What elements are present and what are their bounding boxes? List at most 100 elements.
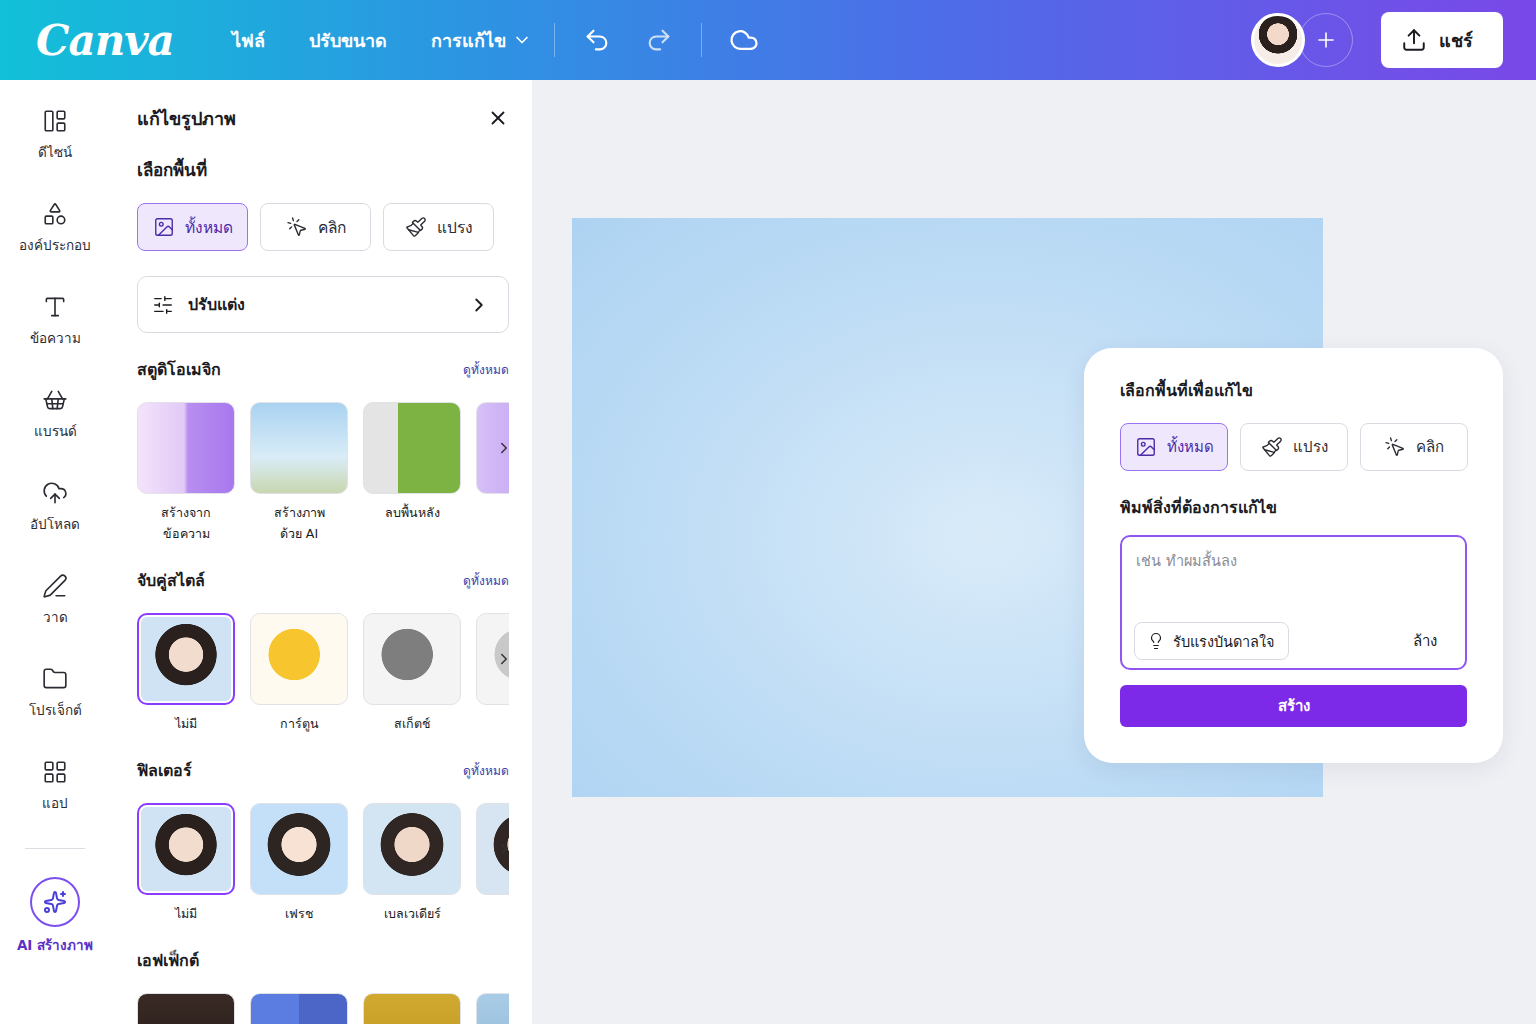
option-thumbnail: [363, 803, 461, 895]
rail-item[interactable]: ดีไซน์: [0, 102, 110, 195]
menu-item[interactable]: ปรับขนาด: [309, 26, 387, 55]
card-row: ไม่มีการ์ตูน สเก็ตช์: [137, 613, 509, 734]
option-thumbnail: [250, 613, 348, 705]
option-label: การ์ตูน: [280, 713, 319, 734]
design-canvas: เลือกพื้นที่เพื่อแก้ไขทั้งหมดแปรงคลิกพิม…: [532, 80, 1536, 1024]
clear-button[interactable]: ล้าง: [1397, 629, 1453, 653]
main-menu: ไฟล์ ปรับขนาด การแก้ไข: [232, 26, 532, 55]
scroll-more-thumbnail: [476, 613, 509, 705]
area-heading: เลือกพื้นที่: [137, 156, 509, 183]
section-title: เอฟเฟ็กต์: [137, 948, 199, 973]
next-card[interactable]: [476, 993, 509, 1024]
redo-icon: [645, 26, 673, 54]
option-card[interactable]: สร้างจาก ข้อความ: [137, 402, 235, 544]
option-card[interactable]: ไม่มี: [137, 613, 235, 734]
option-card[interactable]: เฟรช: [250, 803, 348, 924]
chevron-down-icon: [512, 30, 532, 50]
option-card[interactable]: สร้างภาพ ด้วย AI: [250, 402, 348, 544]
basket-icon: [42, 387, 68, 413]
image-icon: [1135, 436, 1157, 458]
option-card[interactable]: ไม่มี: [137, 803, 235, 924]
section-header: จับคู่สไตล์ดูทั้งหมด: [137, 568, 509, 593]
inspire-button[interactable]: รับแรงบันดาลใจ: [1134, 622, 1289, 660]
rail-item[interactable]: แอป: [0, 753, 110, 846]
separator: [701, 23, 702, 57]
section-title: สตูดิโอเมจิก: [137, 357, 221, 382]
option-thumbnail: [137, 803, 235, 895]
layout-icon: [42, 108, 68, 134]
prompt-footer: รับแรงบันดาลใจ ล้าง: [1134, 622, 1453, 660]
adjust-button[interactable]: ปรับแต่ง: [137, 276, 509, 333]
option-card[interactable]: [363, 993, 461, 1024]
area-option[interactable]: คลิก: [1360, 423, 1468, 471]
share-button[interactable]: แชร์: [1381, 12, 1503, 68]
option-card[interactable]: ลบพื้นหลัง: [363, 402, 461, 544]
click-icon: [286, 216, 308, 238]
menu-item[interactable]: การแก้ไข: [431, 26, 532, 55]
rail-item[interactable]: AI สร้างภาพ: [0, 871, 110, 956]
brush-icon: [1261, 436, 1283, 458]
rail-item[interactable]: แบรนด์: [0, 381, 110, 474]
undo-button[interactable]: [577, 20, 617, 60]
option-card[interactable]: [250, 993, 348, 1024]
logo[interactable]: Canva: [36, 16, 174, 65]
scroll-more-thumbnail: [476, 803, 509, 895]
option-card[interactable]: สเก็ตช์: [363, 613, 461, 734]
option-thumbnail: [137, 402, 235, 494]
section-title: ฟิลเตอร์: [137, 758, 192, 783]
feature-badge: [30, 877, 80, 927]
redo-button[interactable]: [639, 20, 679, 60]
option-card[interactable]: [137, 993, 235, 1024]
menu-item[interactable]: ไฟล์: [232, 26, 265, 55]
option-thumbnail: [250, 993, 348, 1024]
add-collaborator-button[interactable]: [1299, 13, 1353, 67]
see-all-link[interactable]: ดูทั้งหมด: [463, 360, 509, 379]
panel-section: สตูดิโอเมจิก ดูทั้งหมดสร้างจาก ข้อความสร้…: [137, 357, 509, 544]
area-option[interactable]: ทั้งหมด: [137, 203, 248, 251]
scroll-more-thumbnail: [476, 402, 509, 494]
chevron-right-icon: [495, 439, 509, 457]
user-avatar[interactable]: [1251, 13, 1305, 67]
see-all-link[interactable]: ดูทั้งหมด: [463, 761, 509, 780]
scroll-more-thumbnail: [476, 993, 509, 1024]
area-option[interactable]: แปรง: [383, 203, 494, 251]
section-header: ฟิลเตอร์ ดูทั้งหมด: [137, 758, 509, 783]
rail-item[interactable]: อัปโหลด: [0, 474, 110, 567]
option-label: สเก็ตช์: [394, 713, 430, 734]
text-icon: [42, 294, 68, 320]
option-card[interactable]: เบลเวเดียร์: [363, 803, 461, 924]
option-card[interactable]: การ์ตูน: [250, 613, 348, 734]
rail-item[interactable]: องค์ประกอบ: [0, 195, 110, 288]
plus-icon: [1314, 28, 1338, 52]
next-card[interactable]: [476, 803, 509, 924]
top-bar: Canva ไฟล์ ปรับขนาด การแก้ไข แชร์: [0, 0, 1536, 80]
next-card[interactable]: [476, 613, 509, 734]
undo-icon: [583, 26, 611, 54]
save-status-button[interactable]: [724, 20, 764, 60]
generate-button[interactable]: สร้าง: [1120, 685, 1467, 727]
area-option[interactable]: คลิก: [260, 203, 371, 251]
prompt-label: พิมพ์สิ่งที่ต้องการแก้ไข: [1120, 495, 1467, 520]
rail-divider: [25, 848, 85, 849]
card-row: ไม่มี เฟรชเบลเวเดียร์: [137, 803, 509, 924]
rail-item[interactable]: โปรเจ็กต์: [0, 660, 110, 753]
prompt-box: รับแรงบันดาลใจ ล้าง: [1120, 535, 1467, 670]
edit-image-panel: แก้ไขรูปภาพเลือกพื้นที่ทั้งหมดคลิกแปรงปร…: [110, 80, 532, 1024]
rail-item[interactable]: ข้อความ: [0, 288, 110, 381]
prompt-input[interactable]: [1134, 547, 1453, 622]
close-icon[interactable]: [487, 107, 509, 129]
rail-item[interactable]: วาด: [0, 567, 110, 660]
card-row: [137, 993, 509, 1024]
panel-section: เอฟเฟ็กต์: [137, 948, 509, 1024]
next-card[interactable]: [476, 402, 509, 544]
upload-icon: [42, 480, 68, 506]
section-header: เอฟเฟ็กต์: [137, 948, 509, 973]
area-option[interactable]: ทั้งหมด: [1120, 423, 1228, 471]
pen-icon: [42, 573, 68, 599]
see-all-link[interactable]: ดูทั้งหมด: [463, 571, 509, 590]
option-thumbnail: [137, 993, 235, 1024]
option-label: ไม่มี: [175, 903, 197, 924]
card-row: สร้างจาก ข้อความสร้างภาพ ด้วย AI ลบพื้นหล…: [137, 402, 509, 544]
option-label: ลบพื้นหลัง: [385, 502, 440, 523]
area-option[interactable]: แปรง: [1240, 423, 1348, 471]
